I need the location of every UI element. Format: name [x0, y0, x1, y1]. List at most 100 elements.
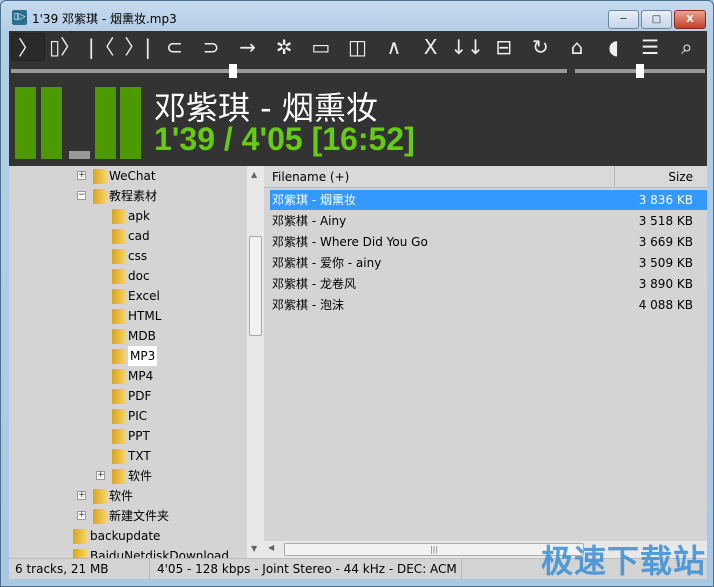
folder-forward-button[interactable]: ⊃	[194, 33, 228, 61]
title-bar: ▯▷ 1'39 邓紫琪 - 烟熏妆.mp3 ─ □ X	[1, 1, 713, 31]
folder-icon	[93, 509, 107, 524]
split-horizontal-button[interactable]: ⊟	[487, 33, 521, 61]
table-row[interactable]: 邓紫琪 - 烟熏妆 3 836 KB	[270, 190, 707, 210]
refresh-icon: ↻	[532, 35, 549, 59]
search-icon: ⌕	[681, 35, 693, 59]
tree-item-label: PPT	[128, 429, 150, 443]
tree-item[interactable]: PDF	[9, 386, 247, 406]
seek-thumb[interactable]	[229, 64, 238, 78]
folder-icon	[112, 349, 126, 364]
vu-bar	[41, 86, 62, 159]
folder-back-button[interactable]: ⊂	[157, 33, 191, 61]
tree-item-label: MP3	[128, 346, 158, 366]
table-row[interactable]: 邓紫棋 - Where Did You Go 3 669 KB	[270, 232, 707, 252]
row-size: 3 836 KB	[638, 193, 693, 207]
folder-icon	[112, 229, 126, 244]
tree-vertical-scrollbar[interactable]: ▲ ▼	[247, 166, 264, 558]
previous-track-button[interactable]: |〈	[84, 33, 118, 61]
tree-item[interactable]: css	[9, 246, 247, 266]
tree-item[interactable]: cad	[9, 226, 247, 246]
folder-icon	[112, 329, 126, 344]
table-row[interactable]: 邓紫棋 - 龙卷风 3 890 KB	[270, 274, 707, 294]
previous-track-icon: |〈	[87, 35, 115, 59]
volume-button[interactable]: ◖	[597, 33, 631, 61]
refresh-button[interactable]: ↻	[523, 33, 557, 61]
tree-item[interactable]: PIC	[9, 406, 247, 426]
close-button[interactable]: X	[414, 33, 448, 61]
tree-item[interactable]: + 新建文件夹	[9, 506, 247, 526]
collapse-icon[interactable]: −	[77, 191, 86, 200]
tree-item-label: 软件	[109, 489, 134, 503]
expand-icon[interactable]: +	[96, 471, 105, 480]
column-size[interactable]: Size	[668, 170, 693, 184]
watermark-logo: 极速下载站	[541, 542, 707, 580]
scroll-thumb[interactable]: |||	[284, 543, 584, 556]
tree-item[interactable]: + 软件	[9, 466, 247, 486]
tree-item[interactable]: MDB	[9, 326, 247, 346]
playlist-select-icon: ☰	[641, 35, 660, 59]
status-tracks: 6 tracks, 21 MB	[15, 562, 109, 576]
expand-icon[interactable]: +	[77, 171, 86, 180]
sort-down-button[interactable]: ↓↓	[450, 33, 484, 61]
tree-item[interactable]: backupdate	[9, 526, 247, 546]
folder-icon	[112, 369, 126, 384]
window-top-button[interactable]: ▭	[304, 33, 338, 61]
scroll-thumb[interactable]	[249, 236, 262, 336]
tree-item[interactable]: TXT	[9, 446, 247, 466]
tree-item[interactable]: + 软件	[9, 486, 247, 506]
minimize-button[interactable]: ─	[608, 10, 639, 29]
scroll-left-arrow[interactable]: ◀	[268, 543, 274, 552]
maximize-button[interactable]: □	[641, 10, 672, 29]
scroll-down-arrow[interactable]: ▼	[251, 544, 257, 553]
folder-icon	[73, 529, 87, 544]
tree-item[interactable]: doc	[9, 266, 247, 286]
folder-icon	[112, 389, 126, 404]
search-button[interactable]: ⌕	[670, 33, 704, 61]
caret-up-button[interactable]: ∧	[377, 33, 411, 61]
pause-play-button[interactable]: ▯〉	[48, 33, 82, 61]
vu-bar	[95, 86, 116, 159]
volume-slider[interactable]	[575, 64, 705, 78]
tree-item[interactable]: MP4	[9, 366, 247, 386]
status-track-info: 4'05 - 128 kbps - Joint Stereo - 44 kHz …	[157, 562, 457, 576]
tree-item[interactable]: − 教程素材	[9, 186, 247, 206]
folder-icon	[112, 249, 126, 264]
expand-icon[interactable]: +	[77, 491, 86, 500]
close-button[interactable]: X	[674, 10, 706, 29]
home-button[interactable]: ⌂	[560, 33, 594, 61]
table-row[interactable]: 邓紫棋 - Ainy 3 518 KB	[270, 211, 707, 231]
volume-icon: ◖	[608, 35, 619, 59]
gear-icon: ✲	[275, 35, 293, 59]
gear-button[interactable]: ✲	[267, 33, 301, 61]
play-button[interactable]: 〉	[11, 33, 45, 61]
tree-item[interactable]: BaiduNetdiskDownload	[9, 546, 247, 558]
scroll-up-arrow[interactable]: ▲	[251, 170, 257, 179]
row-filename: 邓紫琪 - 烟熏妆	[272, 193, 356, 207]
tree-item[interactable]: apk	[9, 206, 247, 226]
tree-item[interactable]: MP3	[9, 346, 247, 366]
tree-item[interactable]: HTML	[9, 306, 247, 326]
seek-slider[interactable]	[11, 64, 567, 78]
row-filename: 邓紫棋 - 爱你 - ainy	[272, 256, 382, 270]
volume-thumb[interactable]	[636, 64, 644, 78]
tree-item-label: TXT	[128, 449, 151, 463]
tree-item-label: cad	[128, 229, 150, 243]
folder-icon	[73, 549, 87, 558]
tree-item[interactable]: PPT	[9, 426, 247, 446]
expand-icon[interactable]: +	[77, 511, 86, 520]
folder-icon	[112, 209, 126, 224]
column-filename[interactable]: Filename (+)	[272, 170, 349, 184]
next-track-button[interactable]: 〉|	[121, 33, 155, 61]
window-side-button[interactable]: ◫	[340, 33, 374, 61]
tree-item[interactable]: Excel	[9, 286, 247, 306]
arrow-right-button[interactable]: →	[231, 33, 265, 61]
folder-icon	[112, 269, 126, 284]
table-row[interactable]: 邓紫棋 - 爱你 - ainy 3 509 KB	[270, 253, 707, 273]
window-side-icon: ◫	[347, 35, 367, 59]
tree-item[interactable]: + WeChat	[9, 166, 247, 186]
table-row[interactable]: 邓紫棋 - 泡沫 4 088 KB	[270, 295, 707, 315]
playlist-select-button[interactable]: ☰	[633, 33, 667, 61]
folder-tree[interactable]: + WeChat − 教程素材 apk cad css doc Excel HTML MDB MP3 M…	[9, 166, 247, 558]
row-size: 4 088 KB	[638, 298, 693, 312]
tree-item-label: 教程素材	[109, 189, 158, 203]
